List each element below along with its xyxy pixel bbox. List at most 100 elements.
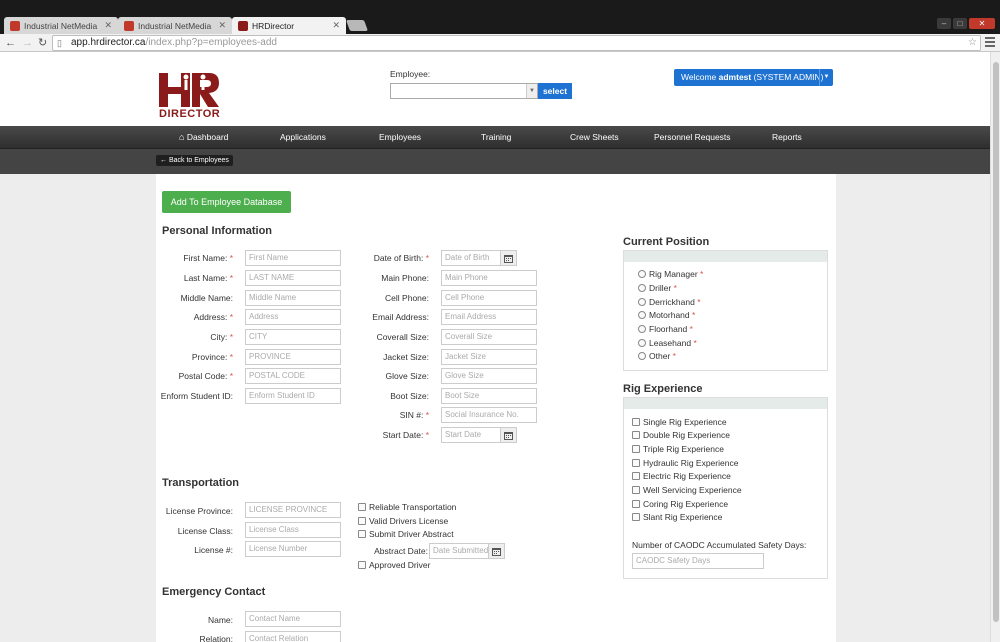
start-date-input[interactable]: Start Date: [441, 427, 501, 443]
rig-exp-checkbox-triple[interactable]: [632, 445, 640, 453]
position-radio-floorhand[interactable]: [638, 325, 646, 333]
browser-menu-icon[interactable]: [985, 37, 995, 47]
employee-select[interactable]: ▼: [390, 83, 538, 99]
welcome-dropdown[interactable]: Welcome admtest (SYSTEM ADMIN) ▼: [674, 69, 833, 86]
city-input[interactable]: CITY: [245, 329, 341, 345]
position-radio-driller[interactable]: [638, 284, 646, 292]
nav-applications[interactable]: Applications: [280, 126, 326, 149]
minimize-icon[interactable]: –: [937, 18, 951, 29]
welcome-prefix: Welcome: [681, 72, 719, 82]
abstract-date-label: Abstract Date:: [374, 546, 428, 556]
url-path: /index.php?p=employees-add: [145, 37, 277, 48]
first-name-input[interactable]: First Name: [245, 250, 341, 266]
start-date-label: Start Date: *: [382, 430, 429, 440]
approved-driver-checkbox[interactable]: [358, 561, 366, 569]
sub-bar: ← Back to Employees: [0, 149, 990, 174]
glove-size-input[interactable]: Glove Size: [441, 368, 537, 384]
page-scrollbar[interactable]: [990, 52, 1000, 642]
last-name-input[interactable]: LAST NAME: [245, 270, 341, 286]
section-heading-personal: Personal Information: [162, 225, 273, 237]
enform-id-input[interactable]: Enform Student ID: [245, 388, 341, 404]
close-tab-icon[interactable]: ✕: [218, 20, 226, 31]
glove-size-label: Glove Size:: [385, 371, 429, 381]
position-label: Floorhand *: [649, 324, 693, 334]
nav-employees[interactable]: Employees: [379, 126, 421, 149]
rig-exp-checkbox-single[interactable]: [632, 418, 640, 426]
province-input[interactable]: PROVINCE: [245, 349, 341, 365]
back-to-employees-button[interactable]: ← Back to Employees: [156, 155, 233, 166]
nav-crew-sheets[interactable]: Crew Sheets: [570, 126, 619, 149]
browser-tab-active[interactable]: HRDirector ✕: [232, 17, 346, 34]
browser-tab[interactable]: Industrial NetMedia ✕: [4, 17, 118, 34]
position-radio-other[interactable]: [638, 352, 646, 360]
chevron-down-icon: ▼: [526, 84, 537, 98]
back-arrow-icon[interactable]: ←: [5, 35, 16, 51]
select-button[interactable]: select: [538, 83, 572, 99]
address-bar-row: ← → ↻ ▯ app.hrdirector.ca/index.php?p=em…: [0, 34, 1000, 52]
position-radio-leasehand[interactable]: [638, 339, 646, 347]
first-name-label: First Name: *: [183, 253, 233, 263]
nav-personnel-requests[interactable]: Personnel Requests: [654, 126, 731, 149]
coverall-size-input[interactable]: Coverall Size: [441, 329, 537, 345]
sin-input[interactable]: Social Insurance No.: [441, 407, 537, 423]
welcome-user: admtest: [718, 72, 752, 82]
calendar-icon[interactable]: [500, 250, 517, 266]
email-input[interactable]: Email Address: [441, 309, 537, 325]
rig-exp-checkbox-hydraulic[interactable]: [632, 459, 640, 467]
valid-drivers-license-checkbox[interactable]: [358, 517, 366, 525]
scrollbar-thumb[interactable]: [993, 62, 999, 622]
back-arrow-icon: ←: [160, 157, 167, 164]
add-to-database-button[interactable]: Add To Employee Database: [162, 191, 291, 213]
nav-reports[interactable]: Reports: [772, 126, 802, 149]
postal-code-input[interactable]: POSTAL CODE: [245, 368, 341, 384]
rig-exp-checkbox-well-servicing[interactable]: [632, 486, 640, 494]
license-province-input[interactable]: LICENSE PROVINCE: [245, 502, 341, 518]
cell-phone-input[interactable]: Cell Phone: [441, 290, 537, 306]
main-phone-input[interactable]: Main Phone: [441, 270, 537, 286]
nav-training[interactable]: Training: [481, 126, 511, 149]
boot-size-label: Boot Size:: [390, 391, 429, 401]
jacket-size-input[interactable]: Jacket Size: [441, 349, 537, 365]
boot-size-input[interactable]: Boot Size: [441, 388, 537, 404]
close-window-icon[interactable]: ✕: [969, 18, 995, 29]
close-tab-icon[interactable]: ✕: [332, 20, 340, 31]
browser-tab[interactable]: Industrial NetMedia ✕: [118, 17, 232, 34]
license-number-input[interactable]: License Number: [245, 541, 341, 557]
forward-arrow-icon[interactable]: →: [22, 35, 33, 51]
close-tab-icon[interactable]: ✕: [104, 20, 112, 31]
contact-name-input[interactable]: Contact Name: [245, 611, 341, 627]
address-label: Address: *: [193, 312, 233, 322]
position-radio-derrickhand[interactable]: [638, 298, 646, 306]
dob-input[interactable]: Date of Birth: [441, 250, 501, 266]
rig-exp-checkbox-slant[interactable]: [632, 513, 640, 521]
favicon-icon: [238, 20, 248, 31]
coverall-size-label: Coverall Size:: [376, 332, 429, 342]
license-class-label: License Class:: [177, 526, 233, 536]
position-radio-motorhand[interactable]: [638, 311, 646, 319]
favicon-icon: [124, 20, 134, 31]
license-class-input[interactable]: License Class: [245, 522, 341, 538]
submit-driver-abstract-checkbox[interactable]: [358, 530, 366, 538]
position-radio-rig-manager[interactable]: [638, 270, 646, 278]
calendar-icon[interactable]: [500, 427, 517, 443]
reliable-transportation-checkbox[interactable]: [358, 503, 366, 511]
contact-relation-input[interactable]: Contact Relation: [245, 631, 341, 642]
middle-name-input[interactable]: Middle Name: [245, 290, 341, 306]
nav-dashboard[interactable]: ⌂ Dashboard: [179, 126, 228, 149]
checkbox-label: Reliable Transportation: [369, 502, 457, 512]
address-input[interactable]: Address: [245, 309, 341, 325]
new-tab-button[interactable]: [345, 20, 369, 31]
abstract-date-input[interactable]: Date Submitted: [429, 543, 489, 559]
rig-exp-checkbox-double[interactable]: [632, 431, 640, 439]
rig-exp-checkbox-coring[interactable]: [632, 500, 640, 508]
email-label: Email Address:: [372, 312, 429, 322]
url-input[interactable]: ▯ app.hrdirector.ca/index.php?p=employee…: [52, 35, 981, 51]
reload-icon[interactable]: ↻: [38, 35, 47, 51]
rig-exp-checkbox-electric[interactable]: [632, 472, 640, 480]
maximize-icon[interactable]: □: [953, 18, 967, 29]
home-icon: ⌂: [179, 132, 185, 142]
bookmark-star-icon[interactable]: ☆: [968, 36, 977, 50]
hrdirector-logo: DIRECTOR: [159, 71, 221, 123]
calendar-icon[interactable]: [488, 543, 505, 559]
safety-days-input[interactable]: CAODC Safety Days: [632, 553, 764, 569]
